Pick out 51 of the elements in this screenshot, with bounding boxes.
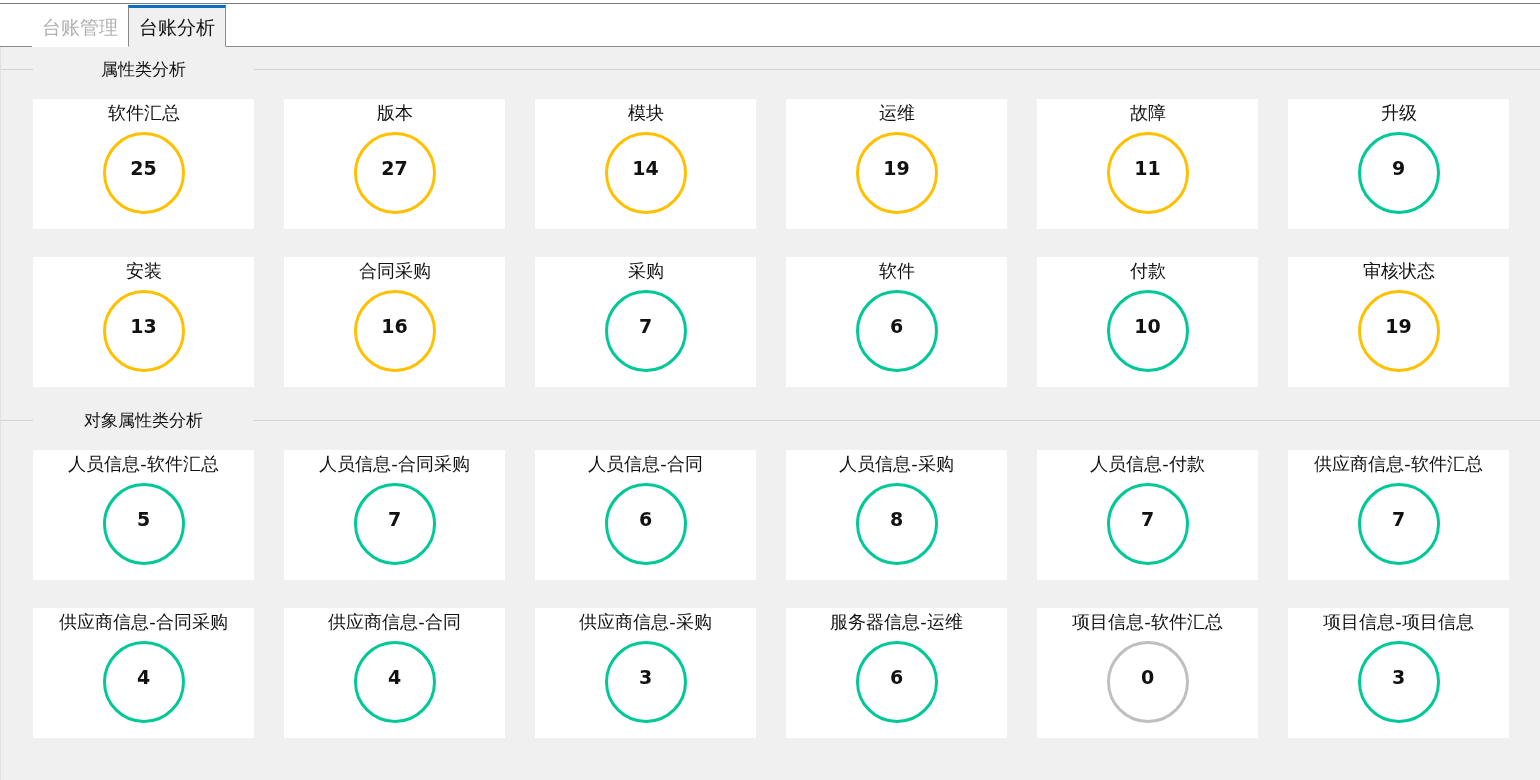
card-title: 升级 [1380, 101, 1417, 125]
card-title: 项目信息-软件汇总 [1072, 610, 1223, 634]
section-title: 对象属性类分析 [83, 408, 204, 432]
count-ring: 16 [353, 290, 436, 372]
count-ring: 4 [353, 641, 436, 723]
card-title: 软件 [878, 259, 915, 283]
count-ring: 25 [102, 132, 185, 214]
card-title: 模块 [627, 101, 664, 125]
tab[interactable]: 台账分析 [128, 5, 226, 47]
card-title: 供应商信息-采购 [579, 610, 712, 634]
count-ring: 6 [855, 641, 938, 723]
card-title: 人员信息-付款 [1090, 452, 1205, 476]
card-title: 版本 [376, 101, 413, 125]
count-ring: 13 [102, 290, 185, 372]
card-title: 付款 [1129, 259, 1166, 283]
count-ring: 6 [855, 290, 938, 372]
card-title: 供应商信息-合同 [328, 610, 461, 634]
card-title: 人员信息-合同 [588, 452, 703, 476]
card-title: 供应商信息-合同采购 [59, 610, 228, 634]
card-title: 运维 [878, 101, 915, 125]
count-ring: 14 [604, 132, 687, 214]
count-ring: 27 [353, 132, 436, 214]
count-ring: 5 [102, 483, 185, 565]
count-ring: 6 [604, 483, 687, 565]
card-title: 安装 [125, 259, 162, 283]
count-ring: 19 [1357, 290, 1440, 372]
card-title: 人员信息-合同采购 [319, 452, 470, 476]
count-ring: 3 [604, 641, 687, 723]
count-ring: 7 [1357, 483, 1440, 565]
section-title: 属性类分析 [100, 57, 187, 81]
card-title: 人员信息-软件汇总 [68, 452, 219, 476]
count-ring: 9 [1357, 132, 1440, 214]
card-title: 人员信息-采购 [839, 452, 954, 476]
count-ring: 10 [1106, 290, 1189, 372]
card-title: 审核状态 [1362, 259, 1435, 283]
card-title: 供应商信息-软件汇总 [1314, 452, 1483, 476]
card-title: 采购 [627, 259, 664, 283]
card-title: 项目信息-项目信息 [1323, 610, 1474, 634]
count-ring: 7 [1106, 483, 1189, 565]
card-title: 服务器信息-运维 [830, 610, 963, 634]
count-ring: 0 [1106, 641, 1189, 723]
count-ring: 4 [102, 641, 185, 723]
count-ring: 19 [855, 132, 938, 214]
card-title: 故障 [1129, 101, 1166, 125]
count-ring: 8 [855, 483, 938, 565]
count-ring: 7 [353, 483, 436, 565]
count-ring: 3 [1357, 641, 1440, 723]
count-ring: 7 [604, 290, 687, 372]
count-ring: 11 [1106, 132, 1189, 214]
card-title: 合同采购 [358, 259, 431, 283]
card-title: 软件汇总 [107, 101, 180, 125]
